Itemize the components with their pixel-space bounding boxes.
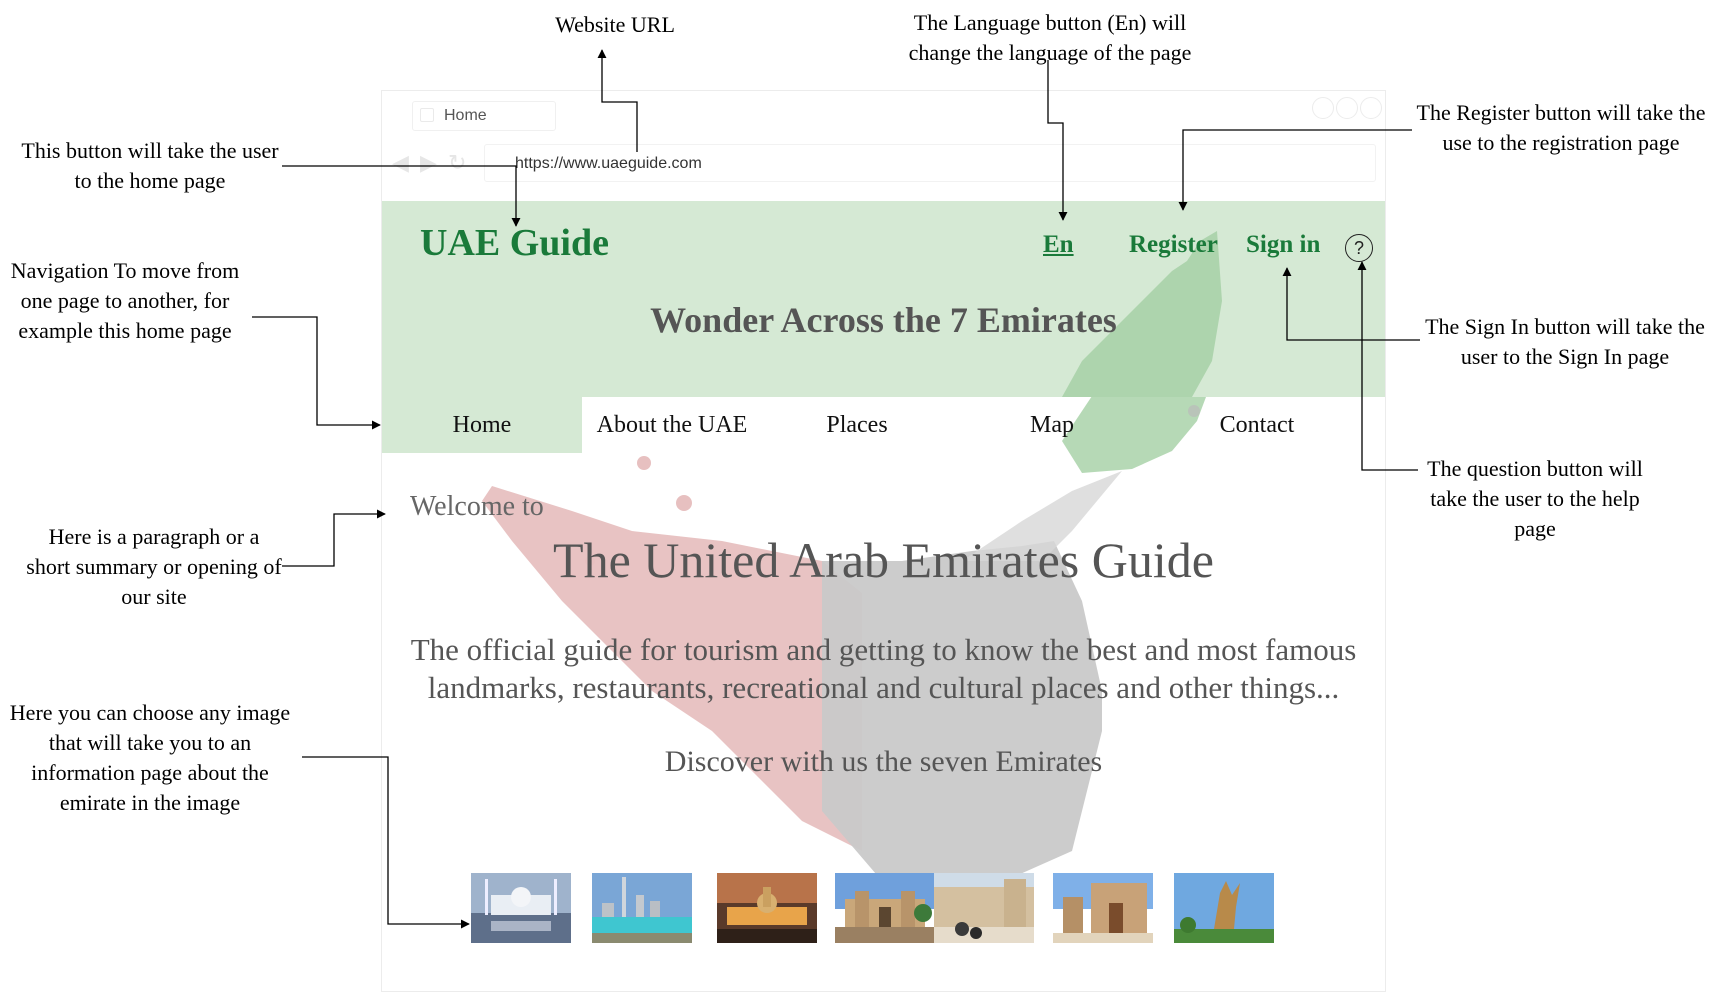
- nav-item-home[interactable]: Home: [382, 397, 582, 453]
- language-button[interactable]: En: [1043, 231, 1074, 259]
- emirate-image-castle[interactable]: [934, 873, 1034, 943]
- annotation-home-button: This button will take the user to the ho…: [21, 138, 279, 193]
- site-tagline: Wonder Across the 7 Emirates: [650, 300, 1117, 340]
- emirate-image-fort[interactable]: [835, 873, 935, 943]
- back-arrow-icon[interactable]: ◀: [392, 151, 409, 176]
- favicon-icon: [420, 108, 434, 122]
- browser-window: Home ◀ ▶ ↻ https://www.uaeguide.com UAE …: [381, 90, 1386, 992]
- register-button[interactable]: Register: [1129, 231, 1218, 259]
- intro-paragraph-line2: landmarks, restaurants, recreational and…: [427, 670, 1340, 705]
- url-text: https://www.uaeguide.com: [515, 155, 702, 172]
- tab-title: Home: [444, 107, 487, 124]
- main-navigation: Home About the UAE Places Map Contact: [382, 397, 1385, 453]
- help-icon[interactable]: ?: [1345, 234, 1373, 262]
- emirate-image-mosque[interactable]: [471, 873, 571, 943]
- intro-paragraph-line1: The official guide for tourism and getti…: [410, 632, 1357, 667]
- hero-title: The United Arab Emirates Guide: [553, 532, 1214, 588]
- emirate-image-monument[interactable]: [1174, 873, 1274, 943]
- annotation-help: The question button will take the user t…: [1427, 456, 1643, 541]
- signin-button[interactable]: Sign in: [1246, 231, 1320, 259]
- nav-item-about[interactable]: About the UAE: [582, 397, 762, 453]
- nav-item-map[interactable]: Map: [952, 397, 1152, 453]
- forward-arrow-icon[interactable]: ▶: [420, 151, 437, 176]
- annotation-paragraph: Here is a paragraph or a short summary o…: [26, 524, 282, 609]
- annotation-language: The Language button (En) will change the…: [908, 10, 1192, 65]
- annotation-url: Website URL: [555, 12, 675, 37]
- window-minimize-icon[interactable]: [1312, 97, 1334, 119]
- discover-text: Discover with us the seven Emirates: [664, 745, 1103, 778]
- annotation-signin: The Sign In button will take the user to…: [1425, 314, 1705, 369]
- reload-icon[interactable]: ↻: [448, 151, 466, 176]
- emirate-image-palace[interactable]: [717, 873, 817, 943]
- emirate-image-heritage[interactable]: [1053, 873, 1153, 943]
- nav-item-places[interactable]: Places: [762, 397, 952, 453]
- site-logo[interactable]: UAE Guide: [420, 221, 609, 265]
- window-close-icon[interactable]: [1360, 97, 1382, 119]
- intro-paragraph: The official guide for tourism and getti…: [382, 631, 1385, 707]
- annotation-register: The Register button will take the use to…: [1416, 100, 1706, 155]
- emirate-image-dubai[interactable]: [592, 873, 692, 943]
- window-maximize-icon[interactable]: [1336, 97, 1358, 119]
- annotation-navigation: Navigation To move from one page to anot…: [10, 258, 240, 343]
- annotation-images: Here you can choose any image that will …: [9, 700, 291, 815]
- nav-item-contact[interactable]: Contact: [1152, 397, 1362, 453]
- welcome-text: Welcome to: [410, 491, 544, 522]
